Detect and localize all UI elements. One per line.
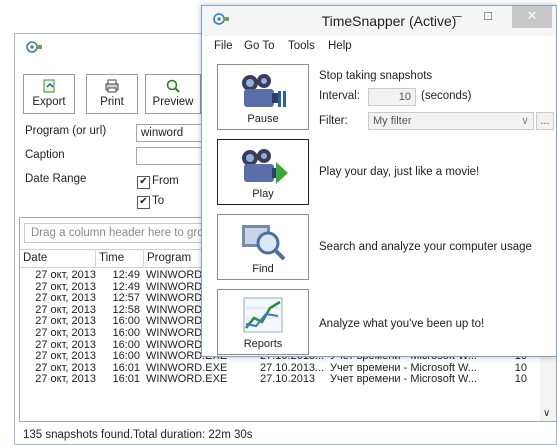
camera-play-icon — [242, 149, 288, 184]
export-icon — [43, 79, 55, 93]
reports-button[interactable]: Reports — [217, 289, 309, 355]
timesnapper-logo-icon — [26, 41, 42, 53]
filter-label: Filter: — [319, 115, 348, 127]
scroll-down-icon[interactable]: ∨ — [543, 408, 550, 419]
menu-help[interactable]: Help — [328, 40, 352, 52]
filter-select-value: My filter — [373, 115, 412, 127]
table-row[interactable]: 27 окт, 2013 16:01 WINWORD.EXE 27.10.2013 Уч… — [20, 373, 556, 386]
play-description: Play your day, just like a movie! — [319, 166, 480, 178]
interval-input[interactable]: 10 — [368, 88, 416, 106]
interval-label: Interval: — [319, 90, 360, 102]
stop-snapshots-heading: Stop taking snapshots — [319, 70, 433, 82]
menu-goto[interactable]: Go To — [244, 40, 274, 52]
find-button[interactable]: Find — [217, 214, 309, 280]
pause-label: Pause — [247, 113, 279, 125]
main-titlebar: TimeSnapper (Active) – □ ✕ — [202, 6, 556, 36]
filter-more-button[interactable]: ... — [536, 112, 554, 130]
to-checkbox[interactable]: ✔ — [137, 196, 150, 209]
chart-icon — [243, 297, 283, 333]
program-label: Program (or url) — [25, 125, 107, 137]
find-magnifier-icon — [242, 225, 286, 261]
cell-date: 27 окт, 2013 — [35, 373, 96, 386]
reports-description: Analyze what you've been up to! — [319, 318, 485, 330]
menu-file[interactable]: File — [214, 40, 233, 52]
from-label: From — [152, 175, 179, 187]
preview-button[interactable]: Preview — [145, 74, 201, 114]
filter-select[interactable]: My filter ∨ — [368, 112, 534, 130]
camera-pause-icon — [242, 74, 286, 107]
close-button[interactable]: ✕ — [512, 6, 552, 28]
menu-bar: File Go To Tools Help — [202, 38, 556, 56]
menu-tools[interactable]: Tools — [288, 40, 315, 52]
find-label: Find — [252, 263, 274, 275]
interval-unit: (seconds) — [421, 90, 472, 102]
find-description: Search and analyze your computer usage — [319, 241, 532, 253]
status-bar-text: 135 snapshots found.Total duration: 22m … — [23, 429, 253, 441]
column-header-time[interactable]: Time — [96, 250, 144, 267]
printer-icon — [105, 79, 119, 93]
caption-label: Caption — [25, 149, 65, 161]
magnifier-icon — [166, 79, 180, 93]
cell-time: 16:01 — [112, 373, 140, 386]
from-checkbox[interactable]: ✔ — [137, 176, 150, 189]
minimize-button[interactable]: – — [444, 6, 472, 28]
pause-button[interactable]: Pause — [217, 64, 309, 130]
cell-duration: 10 — [514, 373, 527, 386]
cell-start: 27.10.2013 — [260, 373, 316, 386]
timesnapper-main-window: TimeSnapper (Active) – □ ✕ File Go To To… — [201, 5, 557, 357]
export-label: Export — [32, 96, 66, 108]
group-by-hint[interactable]: Drag a column header here to group — [24, 223, 224, 243]
print-button[interactable]: Print — [86, 74, 138, 114]
to-label: To — [152, 195, 165, 207]
column-header-program[interactable]: Program — [144, 250, 204, 267]
date-range-label: Date Range — [25, 173, 87, 185]
print-label: Print — [100, 96, 124, 108]
chevron-down-icon: ∨ — [520, 115, 529, 127]
cell-program: WINWORD.EXE — [146, 373, 228, 386]
window-title: TimeSnapper (Active) — [321, 13, 457, 29]
maximize-button[interactable]: □ — [474, 6, 502, 28]
cell-caption: Учет времени - Microsoft W... — [330, 373, 477, 386]
export-button[interactable]: Export — [23, 74, 75, 114]
program-input[interactable]: winword — [136, 124, 206, 142]
caption-input[interactable] — [136, 147, 206, 165]
play-button[interactable]: Play — [217, 139, 309, 205]
reports-label: Reports — [243, 338, 283, 350]
column-header-date[interactable]: Date — [20, 250, 96, 267]
play-label: Play — [252, 188, 274, 200]
preview-label: Preview — [152, 96, 194, 108]
